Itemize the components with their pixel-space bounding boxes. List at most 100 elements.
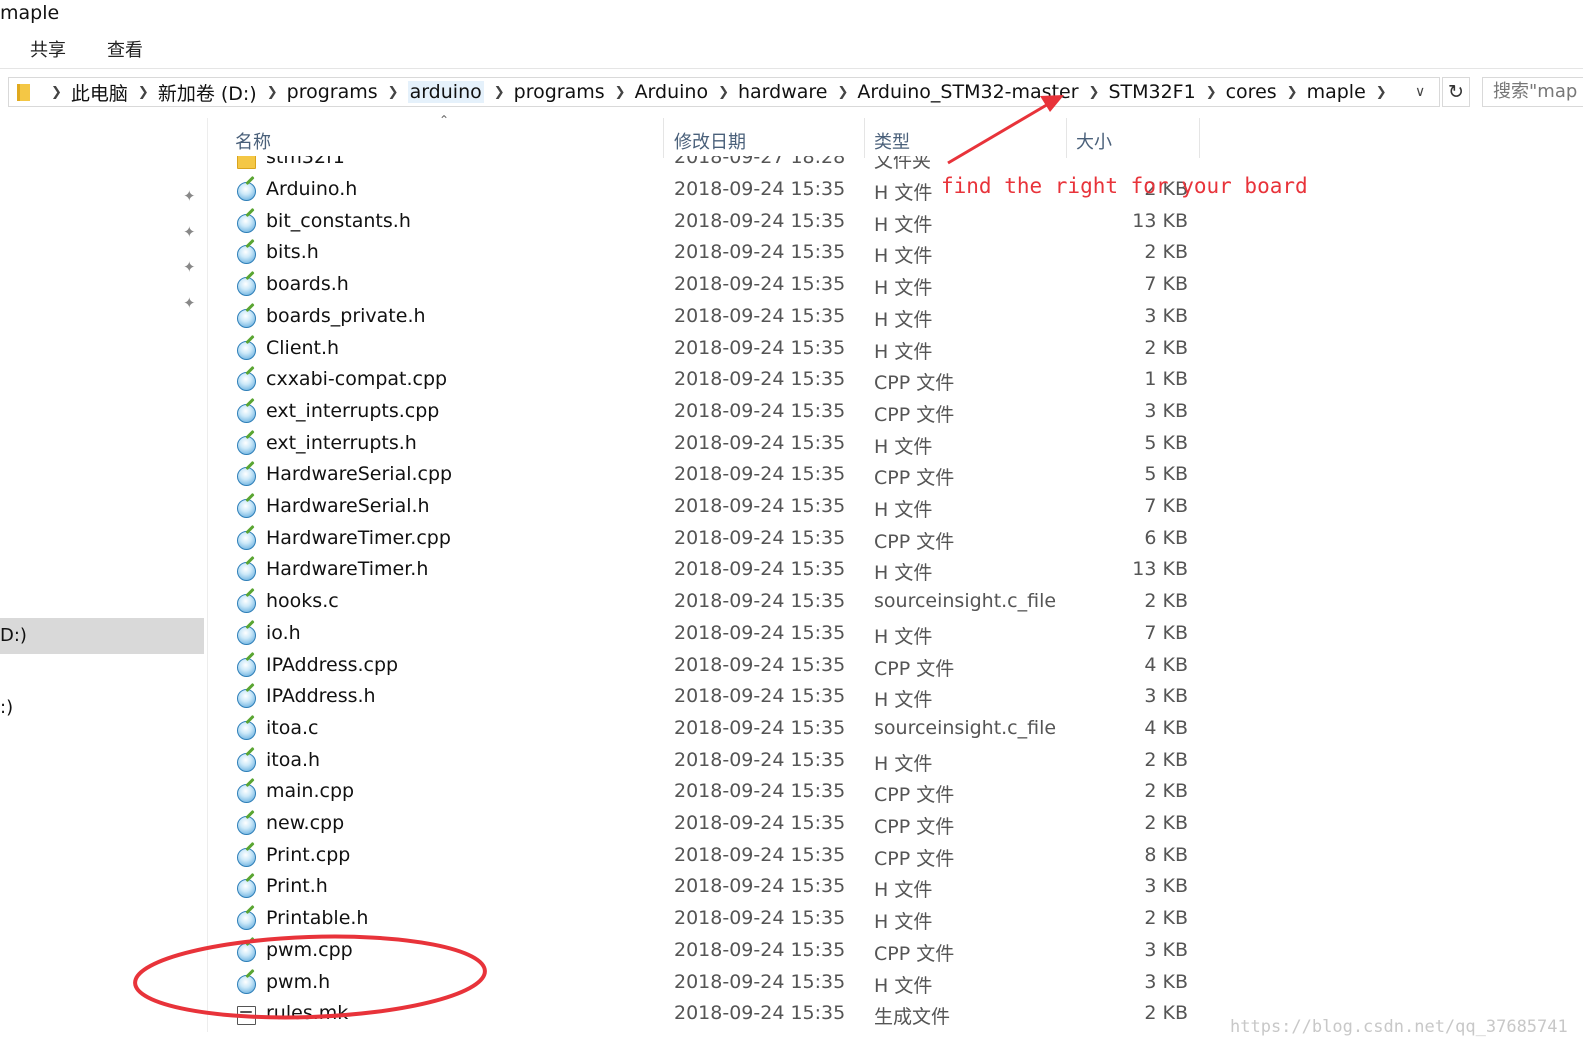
chevron-right-icon[interactable]: ❯ <box>838 85 849 100</box>
file-size: 7 KB <box>1144 495 1188 517</box>
chevron-down-icon[interactable]: ∨ <box>1415 84 1425 100</box>
file-name: Arduino.h <box>266 178 358 200</box>
breadcrumb-item[interactable]: Arduino_STM32-master <box>857 81 1078 103</box>
file-type: CPP 文件 <box>874 816 955 838</box>
file-row[interactable]: Arduino.h 2018-09-24 15:35 H 文件 2 KB <box>0 178 1583 209</box>
file-row[interactable]: HardwareSerial.h 2018-09-24 15:35 H 文件 7 KB <box>0 495 1583 526</box>
breadcrumb-item[interactable]: hardware <box>738 81 828 103</box>
file-row[interactable]: itoa.h 2018-09-24 15:35 H 文件 2 KB <box>0 749 1583 780</box>
file-row[interactable]: Print.h 2018-09-24 15:35 H 文件 3 KB <box>0 875 1583 906</box>
column-header-name[interactable]: 名称 <box>235 128 271 154</box>
file-row[interactable]: boards.h 2018-09-24 15:35 H 文件 7 KB <box>0 273 1583 304</box>
file-row[interactable]: HardwareTimer.cpp 2018-09-24 15:35 CPP 文件 6… <box>0 527 1583 558</box>
file-date: 2018-09-24 15:35 <box>674 621 846 644</box>
source-file-icon <box>237 784 256 804</box>
column-header-size[interactable]: 大小 <box>1076 128 1112 154</box>
file-type: CPP 文件 <box>874 372 955 395</box>
file-type: sourceinsight.c_file <box>874 716 1057 739</box>
file-size: 2 KB <box>1144 812 1188 834</box>
column-divider[interactable] <box>1066 118 1067 158</box>
ribbon-tab-share[interactable]: 共享 <box>30 36 66 62</box>
file-name: HardwareTimer.cpp <box>266 526 451 549</box>
file-type: CPP 文件 <box>874 530 955 553</box>
file-type: H 文件 <box>874 213 933 236</box>
file-size: 3 KB <box>1144 304 1188 327</box>
file-name: hooks.c <box>266 590 339 613</box>
file-row[interactable]: bits.h 2018-09-24 15:35 H 文件 2 KB <box>0 241 1583 272</box>
breadcrumb-item[interactable]: arduino <box>407 81 484 103</box>
breadcrumb-item[interactable]: STM32F1 <box>1108 81 1195 103</box>
chevron-right-icon[interactable]: ❯ <box>1206 85 1217 100</box>
source-file-icon <box>237 942 256 962</box>
file-row[interactable]: io.h 2018-09-24 15:35 H 文件 7 KB <box>0 622 1583 653</box>
file-row[interactable]: boards_private.h 2018-09-24 15:35 H 文件 3 KB <box>0 305 1583 336</box>
breadcrumb-item[interactable]: maple <box>1307 81 1366 103</box>
source-file-icon <box>237 340 256 360</box>
file-type: H 文件 <box>874 499 933 521</box>
breadcrumb-item[interactable]: Arduino <box>635 81 709 103</box>
file-date: 2018-09-24 15:35 <box>674 812 846 834</box>
chevron-right-icon[interactable]: ❯ <box>615 85 626 100</box>
chevron-right-icon[interactable]: ❯ <box>718 85 729 100</box>
file-row[interactable]: pwm.cpp 2018-09-24 15:35 CPP 文件 3 KB <box>0 939 1583 970</box>
column-header-type[interactable]: 类型 <box>874 128 910 154</box>
file-name: Print.cpp <box>266 843 351 866</box>
chevron-right-icon[interactable]: ❯ <box>267 85 278 100</box>
file-row[interactable]: ext_interrupts.h 2018-09-24 15:35 H 文件 5 KB <box>0 432 1583 463</box>
file-name: bit_constants.h <box>266 209 411 232</box>
source-file-icon <box>237 467 256 487</box>
file-row[interactable]: pwm.h 2018-09-24 15:35 H 文件 3 KB <box>0 971 1583 1002</box>
file-name: ext_interrupts.cpp <box>266 399 440 422</box>
source-file-icon <box>237 245 256 265</box>
file-row[interactable]: HardwareSerial.cpp 2018-09-24 15:35 CPP 文件… <box>0 463 1583 494</box>
file-row[interactable]: cxxabi-compat.cpp 2018-09-24 15:35 CPP 文件 1… <box>0 368 1583 399</box>
breadcrumb: ❯ 此电脑 ❯ 新加卷 (D:) ❯ programs ❯ arduino ❯ programs ❯… <box>41 78 1396 106</box>
breadcrumb-item[interactable]: 此电脑 <box>71 79 128 106</box>
chevron-right-icon[interactable]: ❯ <box>1287 85 1298 100</box>
column-divider[interactable] <box>1199 118 1200 158</box>
breadcrumb-item[interactable]: 新加卷 (D:) <box>158 79 257 106</box>
file-type: H 文件 <box>874 277 933 300</box>
chevron-right-icon[interactable]: ❯ <box>1089 85 1100 100</box>
file-row[interactable]: hooks.c 2018-09-24 15:35 sourceinsight.c_f… <box>0 590 1583 621</box>
sort-ascending-icon: ⌃ <box>439 113 450 127</box>
chevron-right-icon[interactable]: ❯ <box>138 85 149 100</box>
column-divider[interactable] <box>663 118 664 158</box>
file-row[interactable]: IPAddress.cpp 2018-09-24 15:35 CPP 文件 4 KB <box>0 654 1583 685</box>
file-row[interactable]: ext_interrupts.cpp 2018-09-24 15:35 CPP 文件… <box>0 400 1583 431</box>
file-row[interactable]: HardwareTimer.h 2018-09-24 15:35 H 文件 13 KB <box>0 558 1583 589</box>
file-size: 2 KB <box>1144 336 1188 359</box>
source-file-icon <box>237 625 256 645</box>
column-header-date[interactable]: 修改日期 <box>674 128 746 154</box>
file-row[interactable]: Client.h 2018-09-24 15:35 H 文件 2 KB <box>0 337 1583 368</box>
breadcrumb-item[interactable]: programs <box>287 81 378 103</box>
file-row[interactable]: main.cpp 2018-09-24 15:35 CPP 文件 2 KB <box>0 780 1583 811</box>
file-row[interactable]: Print.cpp 2018-09-24 15:35 CPP 文件 8 KB <box>0 844 1583 875</box>
breadcrumb-item[interactable]: programs <box>514 81 605 103</box>
file-size: 3 KB <box>1144 399 1188 422</box>
file-type: CPP 文件 <box>874 847 955 870</box>
file-date: 2018-09-24 15:35 <box>674 178 846 200</box>
ribbon-tab-view[interactable]: 查看 <box>107 36 143 62</box>
file-row[interactable]: IPAddress.h 2018-09-24 15:35 H 文件 3 KB <box>0 685 1583 716</box>
search-input[interactable]: 搜索"map <box>1482 77 1583 107</box>
ribbon-divider <box>0 68 1583 69</box>
file-row[interactable]: Printable.h 2018-09-24 15:35 H 文件 2 KB <box>0 907 1583 938</box>
file-row[interactable]: new.cpp 2018-09-24 15:35 CPP 文件 2 KB <box>0 812 1583 843</box>
refresh-button[interactable]: ↻ <box>1442 77 1470 107</box>
breadcrumb-item[interactable]: cores <box>1226 81 1277 103</box>
file-date: 2018-09-24 15:35 <box>674 304 846 327</box>
file-type: H 文件 <box>874 911 933 934</box>
chevron-right-icon[interactable]: ❯ <box>494 85 505 100</box>
file-row[interactable]: bit_constants.h 2018-09-24 15:35 H 文件 13 KB <box>0 210 1583 241</box>
chevron-right-icon[interactable]: ❯ <box>1376 85 1387 100</box>
column-divider[interactable] <box>864 118 865 158</box>
file-type: CPP 文件 <box>874 403 955 426</box>
chevron-right-icon[interactable]: ❯ <box>51 85 62 100</box>
file-size: 4 KB <box>1144 653 1188 676</box>
file-row[interactable]: itoa.c 2018-09-24 15:35 sourceinsight.c_fi… <box>0 717 1583 748</box>
makefile-icon <box>237 1006 256 1026</box>
file-name: Print.h <box>266 875 328 898</box>
chevron-right-icon[interactable]: ❯ <box>388 85 399 100</box>
address-bar[interactable]: ❯ 此电脑 ❯ 新加卷 (D:) ❯ programs ❯ arduino ❯ programs ❯… <box>8 77 1440 107</box>
